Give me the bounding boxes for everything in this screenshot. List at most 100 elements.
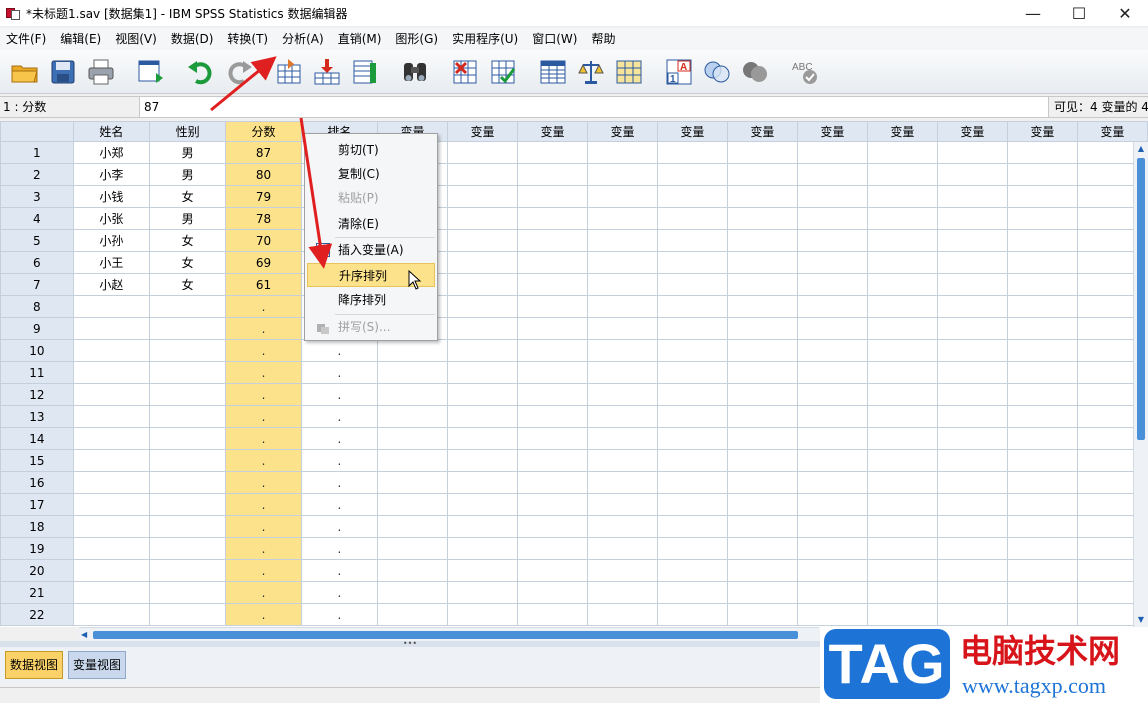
variables-icon[interactable] (348, 55, 382, 89)
data-cell[interactable] (796, 229, 868, 252)
data-cell[interactable] (726, 383, 798, 406)
data-cell[interactable] (586, 141, 658, 164)
data-cell[interactable] (726, 185, 798, 208)
data-cell[interactable] (446, 559, 518, 582)
data-cell[interactable] (377, 339, 448, 362)
data-cell[interactable] (726, 493, 798, 516)
data-cell[interactable] (1006, 361, 1078, 384)
data-cell[interactable] (72, 559, 151, 582)
data-cell[interactable] (936, 559, 1008, 582)
minimize-button[interactable]: — (1010, 0, 1056, 26)
column-header[interactable]: 变量 (866, 121, 938, 142)
data-cell[interactable] (866, 515, 938, 538)
data-cell[interactable] (377, 515, 448, 538)
data-cell[interactable] (516, 273, 588, 296)
data-cell[interactable] (586, 273, 658, 296)
data-cell[interactable]: 男 (149, 207, 227, 230)
data-cell[interactable] (446, 537, 518, 560)
data-cell[interactable]: 87 (225, 141, 302, 164)
data-cell[interactable] (149, 581, 227, 604)
column-header[interactable]: 变量 (726, 121, 798, 142)
data-cell[interactable] (377, 581, 448, 604)
data-cell[interactable] (149, 471, 227, 494)
data-cell[interactable]: . (300, 537, 379, 560)
use-sets-icon[interactable] (700, 55, 734, 89)
data-cell[interactable] (516, 603, 588, 626)
data-cell[interactable] (149, 339, 227, 362)
data-cell[interactable] (866, 471, 938, 494)
print-icon[interactable] (84, 55, 118, 89)
data-cell[interactable] (586, 207, 658, 230)
data-cell[interactable] (72, 427, 151, 450)
column-header[interactable]: 变量 (936, 121, 1008, 142)
data-cell[interactable] (1006, 185, 1078, 208)
data-cell[interactable] (516, 185, 588, 208)
split-file-icon[interactable] (536, 55, 570, 89)
data-cell[interactable] (516, 317, 588, 340)
data-cell[interactable] (72, 383, 151, 406)
column-header[interactable]: 变量 (1006, 121, 1078, 142)
column-header[interactable]: 变量 (656, 121, 728, 142)
data-cell[interactable] (586, 559, 658, 582)
data-cell[interactable] (726, 207, 798, 230)
data-cell[interactable] (866, 185, 938, 208)
data-cell[interactable] (656, 207, 728, 230)
data-cell[interactable] (866, 273, 938, 296)
data-cell[interactable] (796, 273, 868, 296)
context-clear[interactable]: 清除(E) (307, 212, 435, 236)
data-cell[interactable] (446, 405, 518, 428)
data-cell[interactable] (446, 383, 518, 406)
data-cell[interactable] (866, 603, 938, 626)
data-cell[interactable] (1006, 383, 1078, 406)
data-cell[interactable] (1006, 581, 1078, 604)
vertical-scrollbar[interactable]: ▲ ▼ (1133, 142, 1148, 627)
data-cell[interactable] (446, 185, 518, 208)
data-cell[interactable] (586, 603, 658, 626)
row-number[interactable]: 13 (0, 405, 74, 428)
spell-check-icon[interactable]: ABC (788, 55, 822, 89)
data-cell[interactable]: . (300, 383, 379, 406)
data-cell[interactable] (656, 427, 728, 450)
insert-variable-icon[interactable] (486, 55, 520, 89)
data-cell[interactable] (866, 295, 938, 318)
data-cell[interactable] (726, 251, 798, 274)
data-cell[interactable]: 男 (149, 163, 227, 186)
goto-case-icon[interactable] (272, 55, 306, 89)
data-cell[interactable] (796, 471, 868, 494)
data-cell[interactable] (446, 273, 518, 296)
data-cell[interactable] (796, 581, 868, 604)
row-number[interactable]: 7 (0, 273, 74, 296)
menu-graphs[interactable]: 图形(G) (391, 28, 442, 50)
data-cell[interactable]: 男 (149, 141, 227, 164)
data-cell[interactable] (796, 449, 868, 472)
data-cell[interactable] (1006, 471, 1078, 494)
data-cell[interactable]: . (300, 427, 379, 450)
data-cell[interactable]: . (225, 537, 302, 560)
data-cell[interactable] (936, 537, 1008, 560)
data-cell[interactable] (796, 207, 868, 230)
data-cell[interactable] (72, 295, 151, 318)
column-header[interactable]: 变量 (1076, 121, 1148, 142)
data-cell[interactable] (936, 251, 1008, 274)
data-cell[interactable] (726, 339, 798, 362)
data-cell[interactable] (516, 141, 588, 164)
data-cell[interactable] (72, 449, 151, 472)
data-cell[interactable] (586, 471, 658, 494)
data-cell[interactable] (586, 405, 658, 428)
data-cell[interactable] (377, 361, 448, 384)
data-cell[interactable] (726, 515, 798, 538)
data-cell[interactable] (72, 515, 151, 538)
data-cell[interactable]: . (300, 339, 379, 362)
data-cell[interactable]: 女 (149, 185, 227, 208)
data-cell[interactable] (516, 493, 588, 516)
data-cell[interactable] (936, 207, 1008, 230)
data-cell[interactable] (936, 493, 1008, 516)
row-number[interactable]: 5 (0, 229, 74, 252)
data-cell[interactable] (1006, 537, 1078, 560)
data-cell[interactable] (656, 449, 728, 472)
data-cell[interactable] (936, 449, 1008, 472)
menu-help[interactable]: 帮助 (587, 28, 619, 50)
data-cell[interactable] (866, 427, 938, 450)
row-number[interactable]: 9 (0, 317, 74, 340)
data-cell[interactable] (726, 427, 798, 450)
